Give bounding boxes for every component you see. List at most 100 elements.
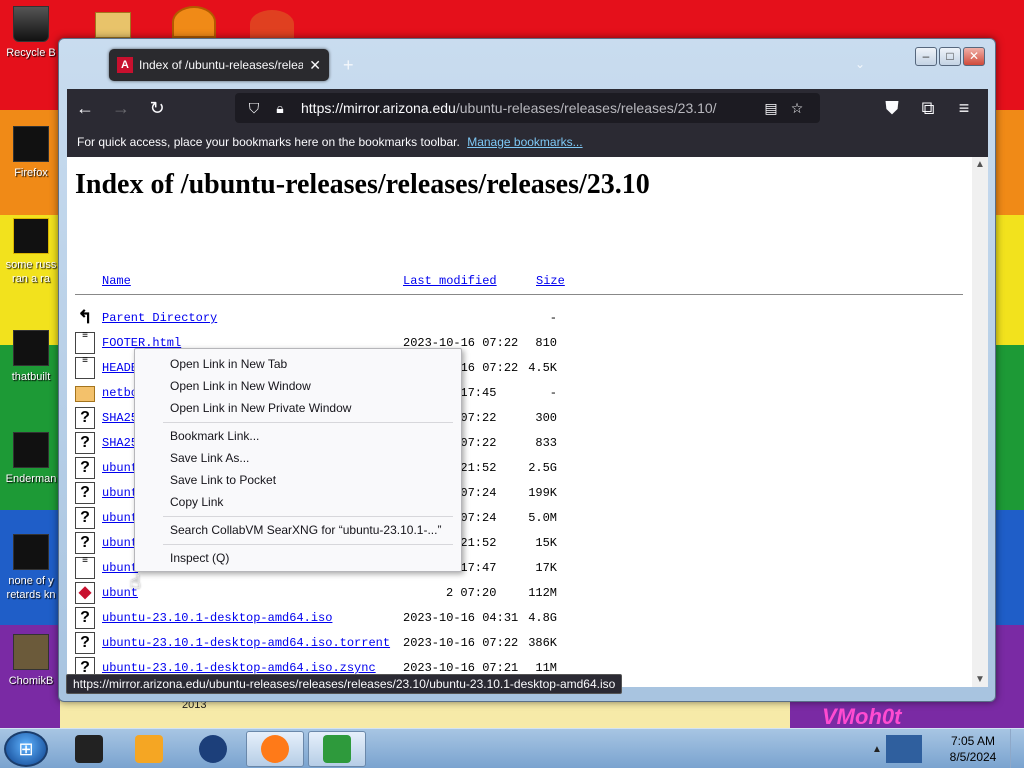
media-player-icon — [135, 735, 163, 763]
menu-item-open-new-tab[interactable]: Open Link in New Tab — [135, 353, 461, 375]
unknown-file-icon: ? — [75, 482, 95, 504]
file-link[interactable]: SHA25 — [102, 411, 138, 425]
page-title: Index of /ubuntu-releases/releases/relea… — [75, 169, 650, 200]
file-size: 810 — [535, 336, 557, 350]
file-link[interactable]: Parent Directory — [102, 311, 217, 325]
tab-close-icon[interactable]: ✕ — [309, 57, 321, 74]
unknown-file-icon: ? — [75, 407, 95, 429]
menu-icon[interactable]: ≡ — [946, 90, 982, 126]
desktop-icon-label: none of y retards kn — [6, 575, 56, 601]
file-size: 386K — [528, 636, 557, 650]
column-header-name[interactable]: Name — [102, 274, 131, 288]
menu-item-save-to-pocket[interactable]: Save Link to Pocket — [135, 469, 461, 491]
file-link[interactable]: SHA25 — [102, 436, 138, 450]
url-text[interactable]: https://mirror.arizona.edu/ubuntu-releas… — [301, 100, 760, 116]
taskbar-item-download[interactable] — [308, 731, 366, 767]
tab-active[interactable]: A Index of /ubuntu-releases/releases/rel… — [109, 49, 329, 81]
extensions-icon[interactable]: ⧉ — [910, 90, 946, 126]
desktop-icon-firefox[interactable]: Firefox — [0, 126, 62, 180]
menu-item-inspect[interactable]: Inspect (Q) — [135, 547, 461, 569]
maximize-button[interactable]: □ — [939, 47, 961, 66]
virtualbox-icon[interactable] — [885, 735, 922, 763]
desktop-icon-app-orange[interactable] — [172, 6, 216, 38]
taskbar-item-globe[interactable] — [184, 731, 242, 767]
file-link[interactable]: ubuntu-23.10.1-desktop-amd64.iso.zsync — [102, 661, 376, 675]
file-size: 833 — [535, 436, 557, 450]
scroll-up-icon[interactable]: ▲ — [972, 159, 988, 170]
desktop-icon-label: Firefox — [14, 167, 48, 179]
url-bar[interactable]: ⛉ 🔒︎ https://mirror.arizona.edu/ubuntu-r… — [235, 93, 820, 123]
app-icon — [75, 735, 103, 763]
tab-title: Index of /ubuntu-releases/releases/relea… — [139, 58, 304, 72]
menu-item-copy-link[interactable]: Copy Link — [135, 491, 461, 513]
file-link[interactable]: ubunt — [102, 461, 138, 475]
unknown-file-icon: ? — [75, 532, 95, 554]
minimize-button[interactable]: – — [915, 47, 937, 66]
unknown-file-icon: ? — [75, 432, 95, 454]
clock-date: 8/5/2024 — [949, 750, 997, 764]
desktop-icon-app-red[interactable] — [250, 10, 294, 38]
desktop-icon-chomik[interactable]: ChomikB — [0, 634, 62, 688]
forward-arrow-icon[interactable]: → — [103, 90, 139, 126]
reader-view-icon[interactable]: ▤ — [760, 100, 782, 117]
unknown-file-icon: ? — [75, 632, 95, 654]
taskbar-item-media[interactable] — [120, 731, 178, 767]
back-arrow-icon[interactable]: ← — [67, 90, 103, 126]
column-header-last-modified[interactable]: Last modified — [403, 274, 497, 288]
folder-icon — [75, 386, 95, 402]
desktop-icon-file-1[interactable]: some russ ran a ra — [0, 218, 62, 286]
file-size: 5.0M — [528, 511, 557, 525]
taskbar-item-1[interactable] — [60, 731, 118, 767]
desktop-icon-folder[interactable] — [95, 12, 131, 38]
taskbar-item-firefox[interactable] — [246, 731, 304, 767]
vertical-scrollbar[interactable]: ▲ ▼ — [972, 157, 988, 687]
file-size: - — [549, 386, 557, 400]
shield-icon[interactable]: ⛉ — [243, 100, 265, 117]
reload-icon[interactable]: ↻ — [139, 90, 175, 126]
firefox-icon — [261, 735, 289, 763]
scroll-down-icon[interactable]: ▼ — [972, 674, 988, 685]
tray-arrow-icon[interactable]: ▲ — [872, 744, 882, 755]
file-icon — [13, 534, 49, 570]
file-link[interactable]: ubunt — [102, 486, 138, 500]
bookmark-star-icon[interactable]: ☆ — [786, 100, 808, 117]
clock-time: 7:05 AM — [950, 734, 996, 748]
new-tab-icon[interactable]: + — [343, 55, 354, 76]
menu-separator — [163, 422, 453, 423]
menu-item-bookmark-link[interactable]: Bookmark Link... — [135, 425, 461, 447]
wallpaper-art — [60, 700, 790, 728]
context-menu: Open Link in New Tab Open Link in New Wi… — [134, 348, 462, 572]
start-button[interactable]: ⊞ — [4, 731, 48, 767]
clock[interactable]: 7:05 AM 8/5/2024 — [940, 733, 1006, 765]
close-window-button[interactable]: ✕ — [963, 47, 985, 66]
list-all-tabs-icon[interactable]: ⌄ — [855, 57, 865, 71]
desktop-icon-recycle-bin[interactable]: Recycle B — [0, 6, 62, 60]
nav-toolbar: ← → ↻ ⛉ 🔒︎ https://mirror.arizona.edu/ub… — [67, 89, 988, 127]
show-desktop-button[interactable] — [1010, 729, 1024, 768]
parent-directory-icon: ↰ — [77, 307, 93, 327]
menu-item-open-private-window[interactable]: Open Link in New Private Window — [135, 397, 461, 419]
menu-item-search[interactable]: Search CollabVM SearXNG for “ubuntu-23.1… — [135, 519, 461, 541]
text-file-icon: ≡ — [75, 331, 95, 354]
desktop-icon-file-3[interactable]: none of y retards kn — [0, 534, 62, 602]
menu-item-save-link-as[interactable]: Save Link As... — [135, 447, 461, 469]
file-date: 2023-10-16 04:31 — [403, 611, 519, 625]
file-link[interactable]: ubunt — [102, 511, 138, 525]
file-link[interactable]: netbo — [102, 386, 138, 400]
file-icon — [13, 634, 49, 670]
file-link[interactable]: ubuntu-23.10.1-desktop-amd64.iso — [102, 611, 332, 625]
pocket-icon[interactable]: ⛊ — [874, 90, 910, 126]
file-link[interactable]: ubuntu-23.10.1-desktop-amd64.iso.torrent — [102, 636, 390, 650]
column-header-size[interactable]: Size — [536, 274, 565, 288]
desktop-icon-enderman[interactable]: Enderman — [0, 432, 62, 486]
desktop-icon-file-2[interactable]: thatbuilt — [0, 330, 62, 384]
system-tray: ▲ — [866, 729, 940, 768]
lock-icon[interactable]: 🔒︎ — [269, 100, 291, 117]
menu-item-open-new-window[interactable]: Open Link in New Window — [135, 375, 461, 397]
desktop-icon-label: Recycle B — [6, 47, 56, 59]
desktop-icon-label: thatbuilt — [11, 371, 51, 383]
file-link[interactable]: ubunt — [102, 536, 138, 550]
manage-bookmarks-link[interactable]: Manage bookmarks... — [467, 135, 582, 149]
file-size: 300 — [535, 411, 557, 425]
text-file-icon: ≡ — [75, 556, 95, 579]
